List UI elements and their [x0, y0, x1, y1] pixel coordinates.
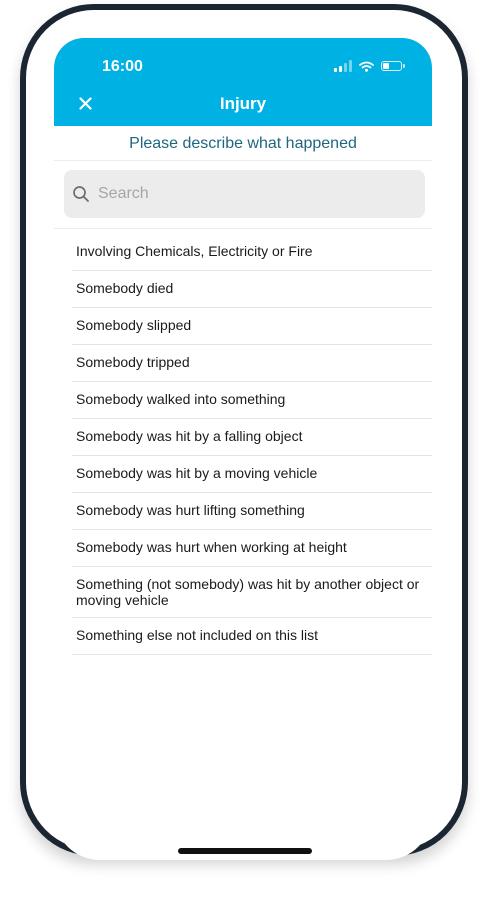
- battery-level: [383, 63, 389, 69]
- battery-icon: [381, 61, 405, 71]
- wifi-icon: [359, 61, 374, 72]
- search-bar[interactable]: [64, 170, 425, 218]
- list-item[interactable]: Somebody was hurt lifting something: [72, 493, 432, 530]
- status-icons: [334, 60, 405, 72]
- signal-icon: [334, 60, 352, 72]
- search-input[interactable]: [96, 184, 400, 204]
- list-item[interactable]: Something (not somebody) was hit by anot…: [72, 567, 432, 618]
- list-item[interactable]: Somebody was hurt when working at height: [72, 530, 432, 567]
- list-item[interactable]: Somebody walked into something: [72, 382, 432, 419]
- list-item[interactable]: Somebody was hit by a falling object: [72, 419, 432, 456]
- list-item[interactable]: Something else not included on this list: [72, 618, 432, 655]
- list-item[interactable]: Involving Chemicals, Electricity or Fire: [72, 234, 432, 271]
- app-screen: 16:00 Injury Please describe what happen…: [54, 38, 432, 860]
- page-title: Injury: [219, 94, 267, 113]
- incident-type-list: Involving Chemicals, Electricity or Fire…: [72, 234, 432, 655]
- question-prompt: Please describe what happened: [54, 126, 432, 161]
- list-item[interactable]: Somebody tripped: [72, 345, 432, 382]
- list-item[interactable]: Somebody was hit by a moving vehicle: [72, 456, 432, 493]
- divider: [54, 228, 432, 229]
- status-time: 16:00: [102, 58, 143, 75]
- list-item[interactable]: Somebody slipped: [72, 308, 432, 345]
- header-bar: 16:00 Injury: [54, 38, 432, 126]
- search-icon: [73, 186, 89, 202]
- home-indicator: [178, 848, 312, 854]
- list-item[interactable]: Somebody died: [72, 271, 432, 308]
